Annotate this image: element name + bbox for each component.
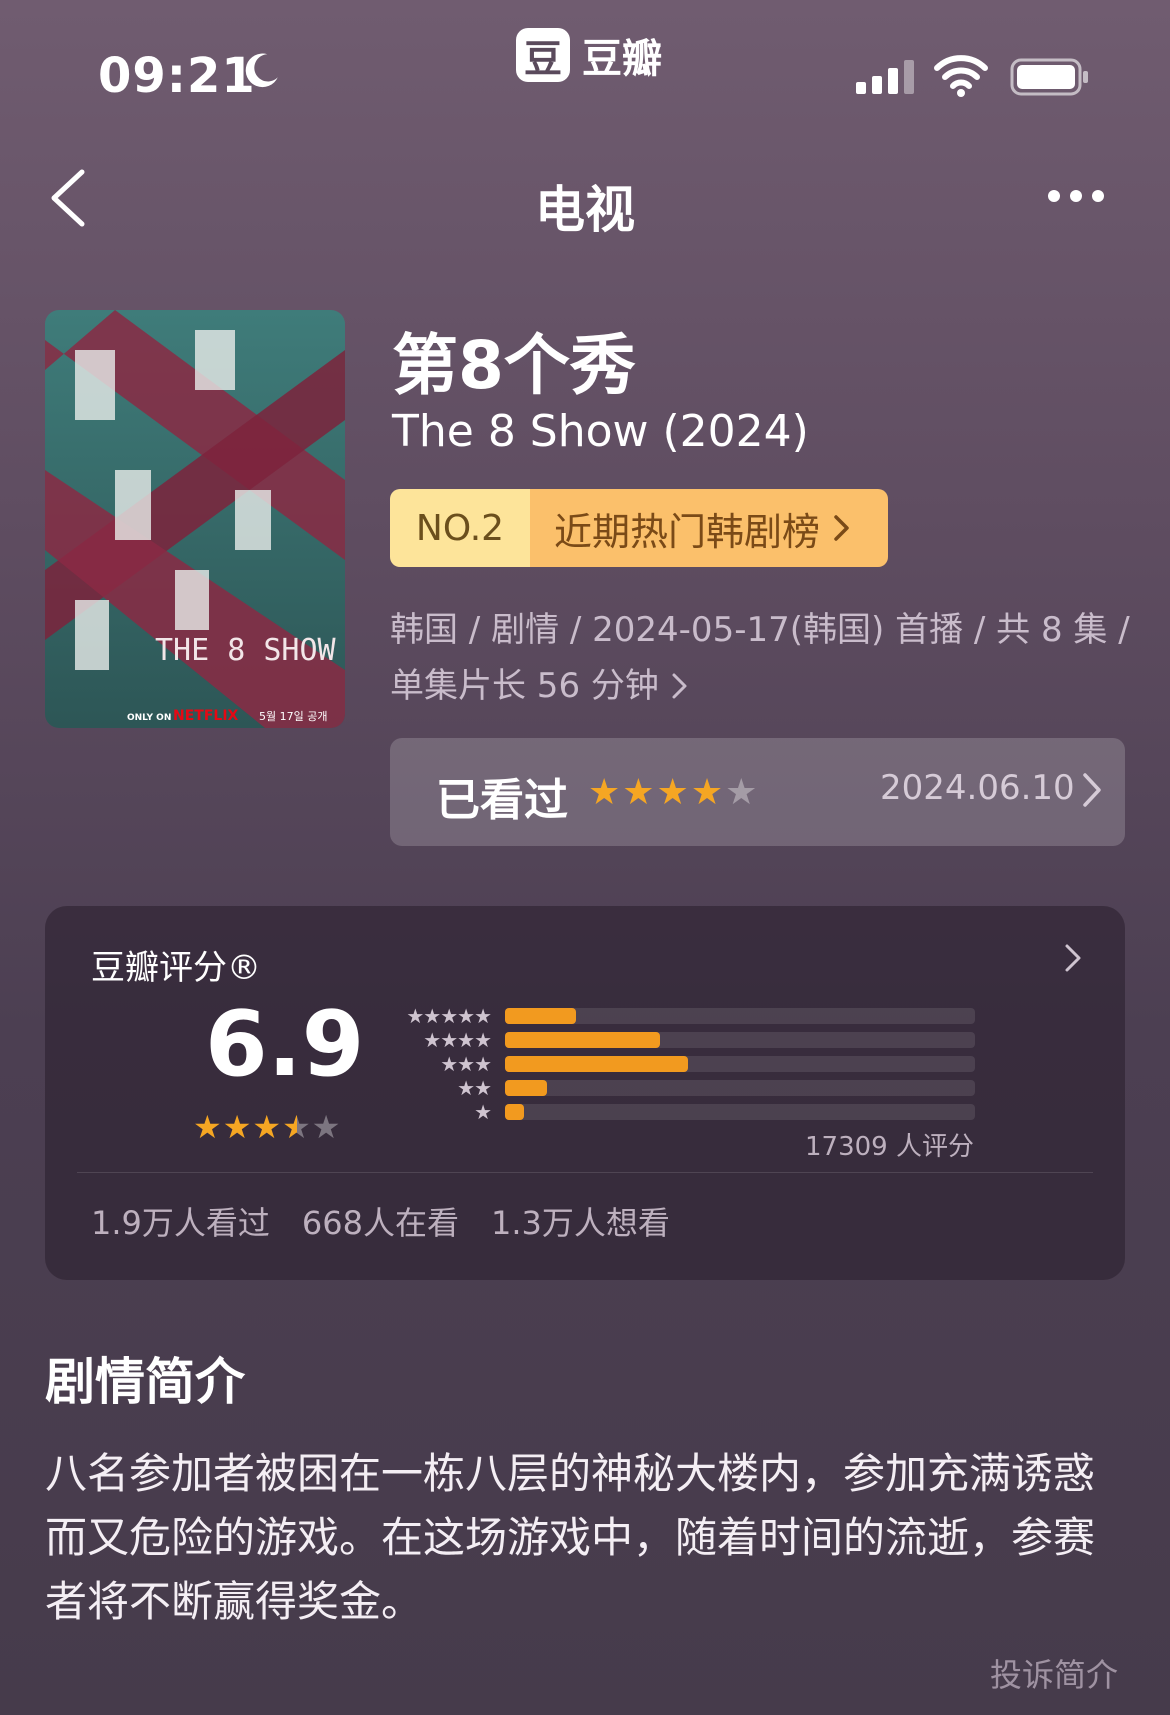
rating-score-stars: ★★★★★ xyxy=(193,1108,342,1146)
divider xyxy=(77,1172,1093,1173)
rating-bar-4: ★★★★ xyxy=(381,1028,975,1052)
ranking-badge[interactable]: NO.2 近期热门韩剧榜 xyxy=(390,489,888,567)
watched-date: 2024.06.10 xyxy=(880,768,1075,808)
rank-label: 近期热门韩剧榜 xyxy=(554,509,821,554)
watching-count[interactable]: 668人在看 xyxy=(302,1198,459,1244)
poster-only-on-text: ONLY ON xyxy=(127,713,171,723)
douban-rating-card[interactable]: 豆瓣评分® 6.9 ★★★★★ ★★★★★ ★★★★ ★★★ ★★ ★ 1730… xyxy=(45,906,1125,1280)
watched-label: 已看过 xyxy=(436,775,568,826)
synopsis-text: 八名参加者被困在一栋八层的神秘大楼内，参加充满诱惑而又危险的游戏。在这场游戏中，… xyxy=(45,1449,1096,1626)
app-name: 豆瓣 xyxy=(582,36,662,82)
chevron-right-icon xyxy=(834,515,849,541)
poster-title-text: THE 8 SHOW xyxy=(155,633,337,668)
page-title: 电视 xyxy=(535,181,635,239)
chevron-right-icon xyxy=(672,673,687,699)
rank-label-container: 近期热门韩剧榜 xyxy=(530,489,888,567)
rating-score: 6.9 xyxy=(205,992,365,1097)
moon-icon xyxy=(245,53,278,88)
watched-status-bar[interactable]: 已看过 ★★★★★ 2024.06.10 xyxy=(390,738,1125,846)
meta-line-1: 韩国 / 剧情 / 2024-05-17(韩国) 首播 / 共 8 集 / xyxy=(390,610,1130,650)
poster-netflix-text: NETFLIX xyxy=(173,708,239,724)
douban-logo-icon: 豆 xyxy=(516,28,570,82)
app-indicator[interactable]: 豆 豆瓣 xyxy=(516,28,662,82)
rating-bar-3: ★★★ xyxy=(381,1052,975,1076)
watched-count[interactable]: 1.9万人看过 xyxy=(91,1198,270,1244)
show-subtitle: The 8 Show (2024) xyxy=(392,406,809,457)
show-meta[interactable]: 韩国 / 剧情 / 2024-05-17(韩国) 首播 / 共 8 集 / 单集… xyxy=(390,602,1130,714)
signal-icon xyxy=(856,60,914,94)
more-options-icon[interactable] xyxy=(1048,190,1104,202)
wifi-icon xyxy=(934,55,988,97)
chevron-right-icon xyxy=(1065,944,1081,972)
rating-distribution: ★★★★★ ★★★★ ★★★ ★★ ★ xyxy=(381,1004,975,1124)
chevron-right-icon xyxy=(1083,773,1101,807)
rating-bar-5: ★★★★★ xyxy=(381,1004,975,1028)
wish-count[interactable]: 1.3万人想看 xyxy=(491,1198,670,1244)
meta-line-2: 单集片长 56 分钟 xyxy=(390,666,659,706)
my-rating-stars: ★★★★★ xyxy=(588,772,760,813)
poster-image[interactable]: THE 8 SHOW ONLY ON NETFLIX 5월 17일 공개 xyxy=(45,310,345,728)
battery-icon xyxy=(1010,58,1088,96)
report-synopsis-link[interactable]: 投诉简介 xyxy=(990,1650,1118,1696)
show-title: 第8个秀 xyxy=(392,327,636,404)
rank-number: NO.2 xyxy=(390,489,530,567)
poster-date-text: 5월 17일 공개 xyxy=(259,709,327,723)
rating-bar-2: ★★ xyxy=(381,1076,975,1100)
synopsis-title: 剧情简介 xyxy=(45,1353,245,1411)
rating-header: 豆瓣评分® xyxy=(91,948,261,988)
audience-stats: 1.9万人看过 668人在看 1.3万人想看 xyxy=(91,1198,670,1244)
status-time: 09:21 xyxy=(98,48,256,104)
rating-count: 17309 人评分 xyxy=(805,1132,974,1162)
rating-bar-1: ★ xyxy=(381,1100,975,1124)
